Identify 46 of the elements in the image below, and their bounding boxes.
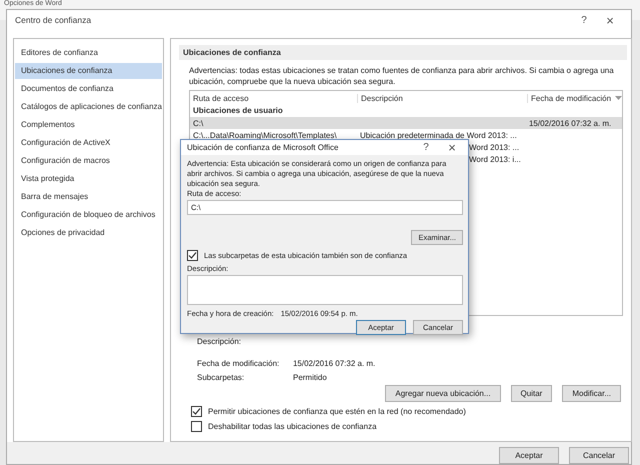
sidebar-item[interactable]: Barra de mensajes bbox=[15, 189, 162, 205]
help-button[interactable]: ? bbox=[571, 14, 597, 26]
checkbox[interactable] bbox=[190, 406, 202, 417]
sidebar-item[interactable]: Configuración de bloqueo de archivos bbox=[15, 207, 162, 223]
action-button[interactable]: Modificar... bbox=[562, 385, 622, 402]
detail-label: Descripción: bbox=[196, 337, 242, 347]
sidebar-item[interactable]: Opciones de privacidad bbox=[15, 225, 162, 241]
action-button[interactable]: Quitar bbox=[510, 385, 552, 402]
sidebar-item[interactable]: Catálogos de aplicaciones de confianza bbox=[15, 99, 162, 115]
column-header[interactable]: Fecha de modificación bbox=[526, 94, 612, 102]
table-cell: Ubicación predeterminada de Word 2013: ... bbox=[360, 130, 517, 140]
checkbox[interactable] bbox=[187, 250, 198, 261]
detail-value: Permitido bbox=[292, 373, 327, 383]
sort-arrow-icon bbox=[615, 96, 622, 100]
table-cell: C:\...Data\Roaming\Microsoft\Templates\ bbox=[192, 130, 337, 140]
group-label: Ubicaciones de usuario bbox=[192, 105, 284, 117]
sidebar-item[interactable]: Documentos de confianza bbox=[15, 81, 162, 97]
dialog-title: Ubicación de confianza de Microsoft Office bbox=[187, 143, 340, 152]
table-cell: 15/02/2016 07:32 a. m. bbox=[528, 118, 612, 128]
table-row[interactable]: C:\ 15/02/2016 07:32 a. m. bbox=[190, 117, 622, 129]
sidebar-item[interactable]: Ubicaciones de confianza bbox=[15, 63, 162, 79]
column-header[interactable]: Descripción bbox=[356, 94, 527, 102]
sidebar-item[interactable]: Configuración de macros bbox=[15, 153, 162, 169]
window-title: Centro de confianza bbox=[15, 15, 92, 25]
dialog-button[interactable]: Cancelar bbox=[569, 447, 629, 464]
sidebar-item[interactable]: Editores de confianza bbox=[15, 45, 162, 61]
sidebar-item[interactable]: Vista protegida bbox=[15, 171, 162, 187]
checkbox[interactable] bbox=[190, 421, 202, 432]
dialog-button[interactable]: Aceptar bbox=[499, 447, 559, 464]
description-field[interactable] bbox=[187, 275, 463, 305]
sidebar-item[interactable]: Configuración de ActiveX bbox=[15, 135, 162, 151]
sidebar-item[interactable]: Complementos bbox=[15, 117, 162, 133]
close-button[interactable]: × bbox=[439, 140, 465, 155]
checkbox-label: Deshabilitar todas las ubicaciones de confianza bbox=[208, 422, 377, 431]
detail-label: Fecha de modificación: bbox=[196, 359, 280, 369]
close-button[interactable]: × bbox=[597, 12, 623, 28]
section-heading: Ubicaciones de confianza bbox=[178, 45, 628, 60]
help-button[interactable]: ? bbox=[413, 142, 439, 153]
action-button[interactable]: Agregar nueva ubicación... bbox=[385, 385, 501, 402]
checkbox-label: Permitir ubicaciones de confianza que estén en la red (no recomendado) bbox=[208, 407, 466, 416]
detail-value: 15/02/2016 07:32 a. m. bbox=[292, 359, 376, 369]
table-row[interactable]: C:\...Data\Roaming\Microsoft\Templates\ Ubicación predeterminada de Word 2013: ... bbox=[190, 129, 622, 141]
column-header[interactable]: Ruta de acceso bbox=[190, 94, 357, 102]
detail-label: Subcarpetas: bbox=[196, 373, 246, 383]
warning-text: Advertencias: todas estas ubicaciones se tratan como fuentes de confianza para abrir archivos. Si cambia o agrega una ubicación, compruebe que la nueva ubicación sea segura. bbox=[188, 65, 615, 88]
table-cell: C:\ bbox=[192, 118, 204, 128]
